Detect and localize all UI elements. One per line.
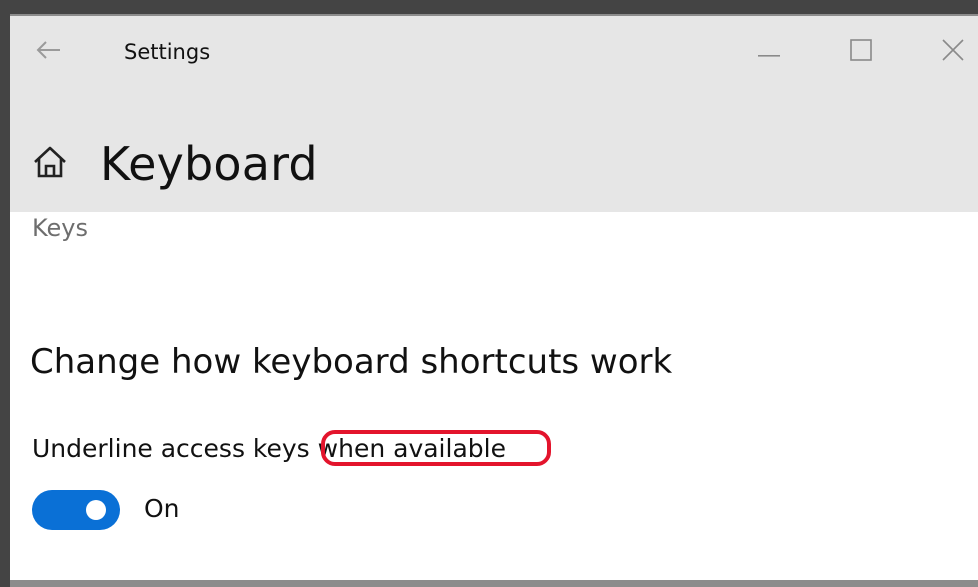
app-title: Settings bbox=[124, 40, 211, 64]
toggle-knob bbox=[86, 500, 106, 520]
minimize-button[interactable] bbox=[746, 34, 792, 70]
settings-window: Settings Keyboard Keys Change how keyboa… bbox=[10, 16, 978, 581]
underline-access-keys-toggle[interactable] bbox=[32, 490, 120, 530]
home-icon bbox=[32, 145, 68, 183]
back-button[interactable] bbox=[30, 36, 66, 68]
minimize-icon bbox=[758, 43, 780, 62]
maximize-icon bbox=[850, 39, 872, 65]
maximize-button[interactable] bbox=[838, 34, 884, 70]
window-header: Settings Keyboard bbox=[10, 16, 978, 212]
breadcrumb-keys: Keys bbox=[32, 214, 89, 242]
section-title: Change how keyboard shortcuts work bbox=[30, 342, 673, 382]
title-bar: Settings bbox=[10, 16, 978, 90]
window-bottom-border bbox=[10, 580, 978, 587]
close-button[interactable] bbox=[930, 34, 976, 70]
close-icon bbox=[942, 39, 964, 65]
back-arrow-icon bbox=[35, 40, 61, 64]
toggle-state-label: On bbox=[144, 494, 180, 523]
home-button[interactable] bbox=[30, 144, 70, 184]
page-title: Keyboard bbox=[100, 137, 318, 191]
annotation-highlight bbox=[321, 430, 551, 466]
page-heading: Keyboard bbox=[30, 134, 318, 194]
